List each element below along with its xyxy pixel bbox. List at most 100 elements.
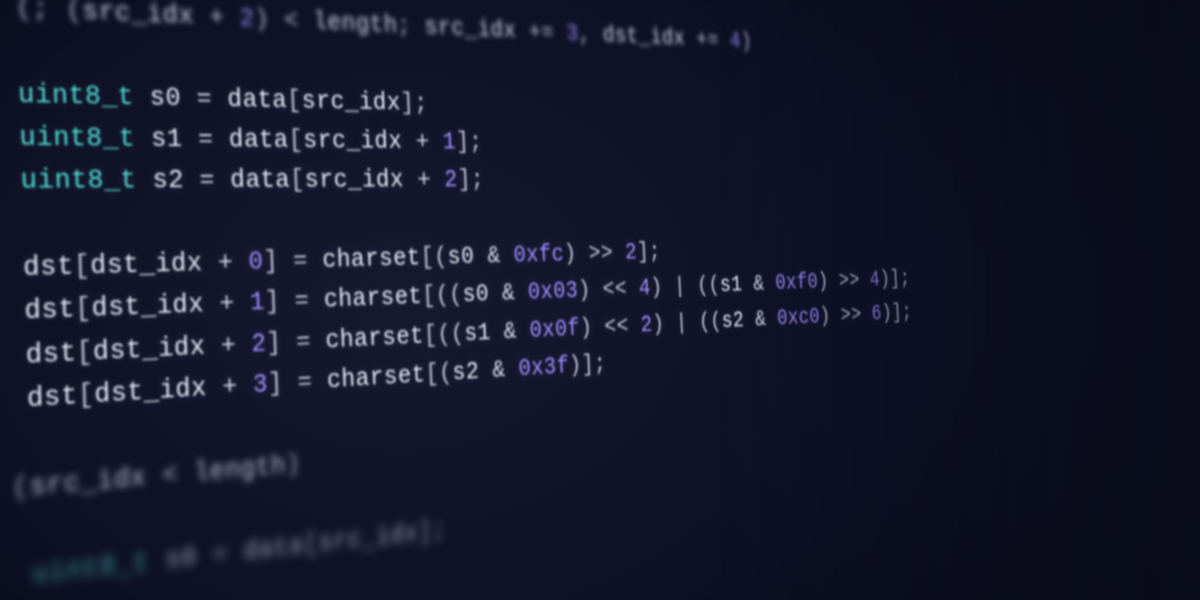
code-token-punc: ] =	[267, 365, 327, 399]
code-token-punc: [	[75, 293, 93, 326]
code-token-id: src_idx	[301, 86, 401, 117]
code-token-op: &	[474, 241, 514, 270]
code-token-op: +	[202, 247, 249, 279]
code-token-id: s1	[151, 123, 184, 154]
code-token-op	[0, 339, 26, 375]
code-token-hex: 0xfc	[513, 240, 565, 269]
code-token-id: s0	[462, 280, 490, 309]
code-token-punc: ] =	[266, 325, 326, 358]
code-token-punc: ) <<	[578, 275, 640, 305]
code-token-punc: ) >>	[817, 267, 870, 294]
code-token-op: +	[206, 370, 253, 404]
code-token-punc: ) <	[254, 4, 314, 36]
code-token-num: 0	[248, 246, 264, 277]
code-token-op	[0, 0, 16, 24]
code-token-punc: )];	[568, 350, 606, 380]
code-token-type: uint8_t	[17, 78, 134, 112]
code-token-punc: )];	[879, 266, 910, 292]
code-token-op: &	[742, 270, 776, 297]
code-token-op	[0, 164, 21, 197]
code-token-punc: ];	[636, 238, 661, 265]
code-token-punc: ];	[457, 166, 485, 194]
code-token-op: &	[743, 305, 777, 333]
code-token-op: +	[193, 1, 240, 33]
code-token-num: 2	[251, 328, 267, 359]
code-token-id: s0	[447, 242, 475, 271]
code-token-punc: ] =	[263, 245, 323, 277]
code-token-op	[135, 123, 152, 154]
code-token-id: dst_idx	[602, 22, 685, 52]
code-token-id: dst	[25, 336, 77, 371]
code-token-op: =	[181, 83, 228, 114]
code-token-op: +	[203, 288, 250, 320]
code-token-id: data	[243, 530, 304, 567]
code-token-op	[0, 76, 18, 110]
code-token-op	[0, 295, 25, 330]
code-token-punc: (; (	[15, 0, 83, 27]
code-token-id: data	[227, 84, 288, 115]
code-token-punc: [	[76, 336, 94, 369]
code-token-op: =	[182, 124, 229, 155]
code-token-id: src_idx	[29, 461, 147, 503]
code-token-id: s0	[165, 541, 198, 576]
code-token-punc: ];	[400, 88, 428, 117]
code-token-id: src_idx	[303, 126, 403, 156]
code-plane: size_t dst_idx = 0;for (; (src_idx + 2) …	[0, 0, 1169, 600]
code-token-op: +=	[516, 17, 567, 47]
code-token-id: s1	[719, 271, 743, 298]
code-token-id: s1	[464, 318, 492, 348]
code-token-op	[136, 165, 153, 196]
code-token-punc: [	[73, 250, 91, 282]
code-editor-viewport: size_t dst_idx = 0;for (; (src_idx + 2) …	[0, 0, 1200, 600]
code-token-op	[0, 120, 20, 153]
code-token-id: data	[228, 124, 289, 155]
code-token-punc: [	[287, 85, 303, 115]
code-token-id: src_idx	[318, 518, 419, 559]
code-token-hex: 0x0f	[529, 314, 581, 344]
code-token-num: 1	[249, 287, 265, 318]
code-token-punc: [(	[420, 243, 448, 272]
code-token-punc: [	[77, 379, 95, 412]
code-token-punc: ,	[578, 20, 604, 48]
code-token-op: &	[479, 355, 519, 386]
code-token-hex: 0xc0	[776, 303, 820, 331]
code-token-id: src_idx	[82, 0, 195, 32]
code-token-punc: ] =	[264, 285, 324, 317]
code-token-punc: ) | ((	[652, 308, 723, 338]
code-token-op: +=	[684, 26, 730, 54]
code-token-punc: ];	[418, 515, 447, 547]
code-token-op: +	[402, 127, 444, 156]
code-token-punc: [((	[422, 281, 464, 311]
code-token-op: &	[490, 316, 530, 346]
code-token-hex: 0x03	[527, 277, 579, 307]
code-token-punc: )];	[881, 299, 912, 325]
code-token-num: 2	[239, 4, 255, 35]
code-token-punc: ];	[456, 128, 484, 156]
code-token-id: length	[313, 7, 398, 40]
code-token-punc: [((	[423, 319, 465, 350]
code-token-op: <	[146, 457, 195, 493]
code-token-op	[0, 559, 33, 600]
code-token-op	[133, 81, 150, 112]
code-token-id: s2	[721, 307, 745, 334]
code-token-punc: [	[290, 165, 306, 195]
code-token-type: uint8_t	[19, 121, 136, 154]
code-token-punc: [	[288, 125, 304, 155]
code-token-punc: (	[12, 470, 30, 504]
code-token-id: data	[230, 165, 291, 195]
code-token-func: charset	[323, 282, 423, 315]
code-token-op: +	[205, 329, 252, 362]
code-token-id: dst_idx	[93, 331, 206, 368]
code-token-hex: 0x3f	[518, 352, 570, 383]
code-token-punc: [	[303, 529, 319, 561]
code-token-id: s2	[152, 165, 185, 196]
code-token-punc: ) >>	[563, 239, 625, 268]
code-token-punc: ;	[397, 11, 425, 41]
code-token-id: length	[193, 450, 286, 489]
code-token-id: src_idx	[424, 13, 517, 45]
code-token-punc: ) >>	[819, 301, 872, 329]
code-token-id: dst	[24, 293, 76, 327]
code-token-punc: ) <<	[579, 311, 641, 341]
code-token-func: charset	[326, 360, 426, 396]
code-token-op: =	[196, 536, 244, 572]
